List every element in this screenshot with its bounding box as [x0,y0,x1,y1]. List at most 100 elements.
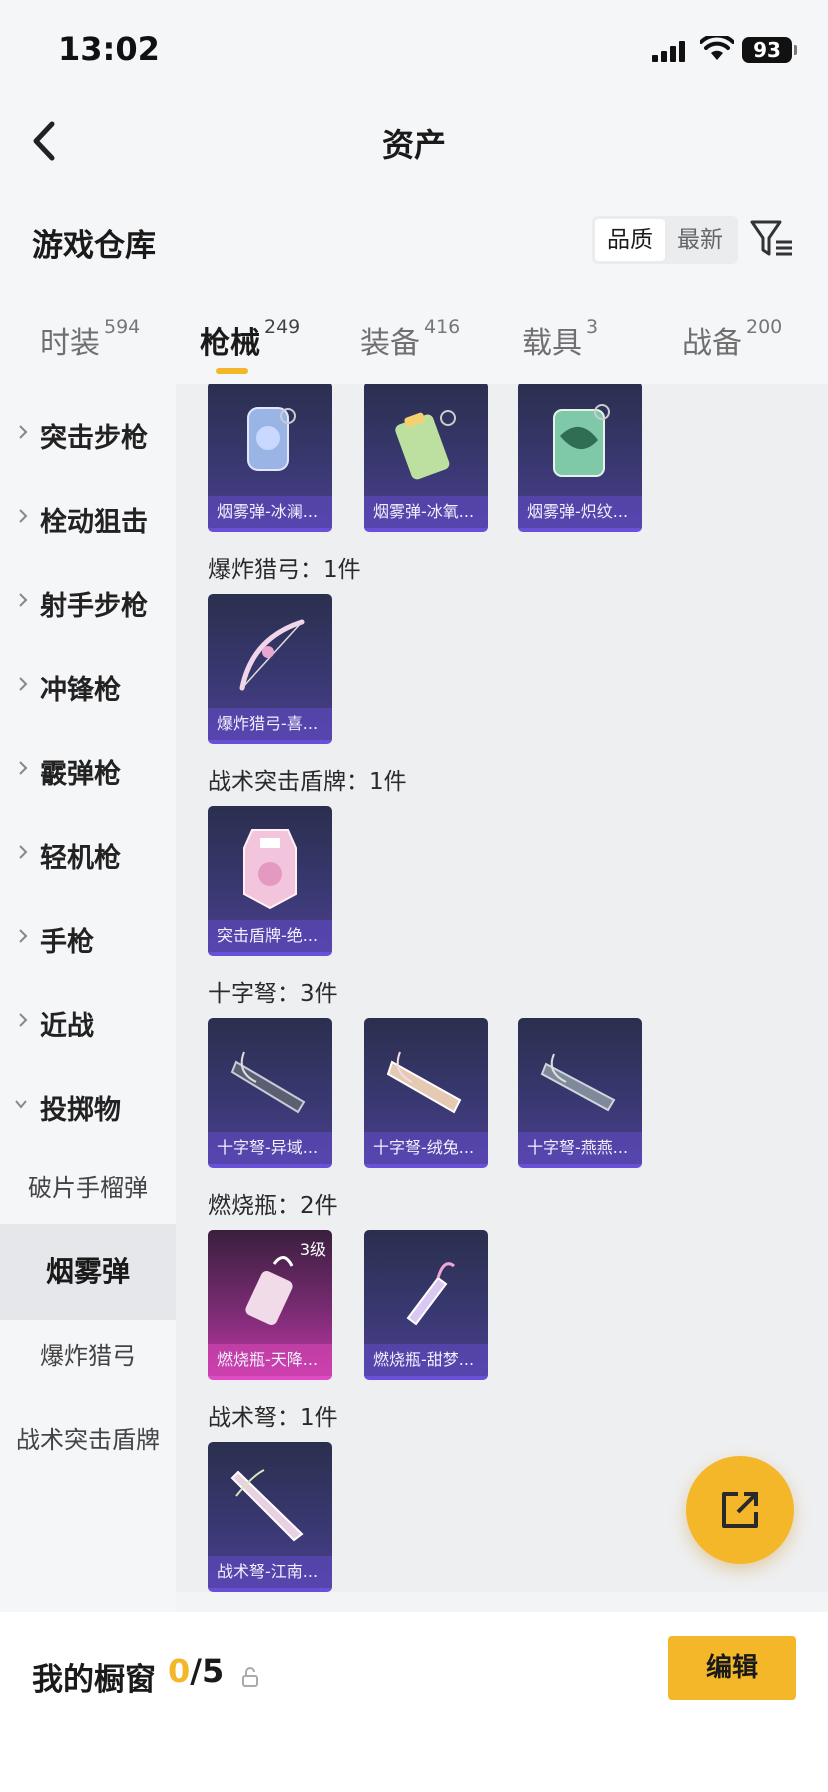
item-card[interactable]: 十字弩-燕燕... [518,1018,642,1168]
molotov-icon [245,1256,294,1325]
sidebar-subitem-explosive-bow[interactable]: 爆炸猎弓 [0,1308,176,1404]
crossbow-icon [540,1053,616,1112]
sidebar-item-bolt-sniper[interactable]: 栓动狙击 [0,468,176,564]
item-grid: 烟雾弹-冰澜... 烟雾弹-冰氧... 烟雾弹-炽纹... 爆炸猎弓：1件 爆炸… [176,384,828,1592]
chevron-right-icon [19,845,28,859]
smoke-grenade-icon [553,404,610,477]
tab-tactical-gear[interactable]: 战备 200 [682,316,783,362]
chevron-right-icon [19,677,28,691]
sidebar-subitem-tactical-shield[interactable]: 战术突击盾牌 [0,1392,176,1488]
section-title: 战术弩：1件 [208,1405,338,1431]
tab-equipment[interactable]: 装备 416 [360,316,461,362]
item-card-caption: 燃烧瓶-天降... [208,1344,332,1376]
item-card-caption: 烟雾弹-炽纹... [518,496,642,528]
sidebar-item-label: 投掷物 [40,1095,121,1126]
section-title: 燃烧瓶：2件 [208,1193,338,1219]
showcase-title: 我的橱窗 [32,1662,156,1698]
showcase-count-max: /5 [190,1652,225,1690]
sort-quality-button[interactable]: 品质 [595,219,665,261]
sidebar-item-label: 手枪 [40,927,94,958]
crossbow-icon [230,1051,306,1114]
sidebar-item-pistol[interactable]: 手枪 [0,888,176,984]
battery-icon: 93 [742,37,797,63]
sort-toggle: 品质 最新 [592,216,738,264]
sidebar-item-smg[interactable]: 冲锋枪 [0,636,176,732]
chevron-right-icon [19,761,28,775]
sidebar-subitem-frag-grenade[interactable]: 破片手榴弹 [0,1140,176,1236]
tab-count: 416 [424,316,461,338]
shield-icon [243,829,297,910]
lock-icon [242,1667,258,1687]
category-tabs: 时装 594 枪械 249 装备 416 载具 3 战备 200 [0,288,828,384]
item-card[interactable]: 战术弩-江南... [208,1442,332,1592]
sidebar-item-label: 射手步枪 [40,591,148,622]
tab-count: 249 [264,316,301,338]
sidebar-item-melee[interactable]: 近战 [0,972,176,1068]
smoke-grenade-icon [395,410,456,480]
sidebar-subitem-smoke-grenade[interactable]: 烟雾弹 [0,1224,176,1320]
warehouse-header: 游戏仓库 品质 最新 [0,188,828,288]
chevron-right-icon [19,593,28,607]
sort-newest-button[interactable]: 最新 [665,219,735,261]
tab-firearms[interactable]: 枪械 249 [200,316,301,362]
share-button[interactable] [686,1456,794,1564]
sidebar: 突击步枪 栓动狙击 射手步枪 冲锋枪 霰弹枪 轻机枪 手枪 近战 投掷物 破片手… [0,384,176,1616]
item-card[interactable]: 爆炸猎弓-喜... [208,594,332,744]
tab-label: 载具 [522,326,582,361]
sidebar-item-lmg[interactable]: 轻机枪 [0,804,176,900]
section-title: 爆炸猎弓：1件 [208,557,361,583]
sidebar-item-shotgun[interactable]: 霰弹枪 [0,720,176,816]
edit-button[interactable]: 编辑 [668,1636,796,1700]
sidebar-item-label: 栓动狙击 [40,507,148,538]
warehouse-title: 游戏仓库 [32,228,156,264]
chevron-right-icon [19,509,28,523]
wifi-icon [700,36,734,60]
item-card[interactable]: 3级 燃烧瓶-天降... [208,1230,332,1380]
tab-vehicles[interactable]: 载具 3 [522,316,599,362]
chevron-right-icon [19,1013,28,1027]
sidebar-item-marksman-rifle[interactable]: 射手步枪 [0,552,176,648]
tab-fashion[interactable]: 时装 594 [40,316,141,362]
page-title: 资产 [381,126,446,164]
item-card-caption: 突击盾牌-绝... [208,920,332,952]
chevron-down-icon [15,1100,27,1109]
tab-count: 200 [746,316,783,338]
smoke-grenade-icon [247,407,296,471]
sidebar-item-label: 轻机枪 [40,843,121,874]
molotov-icon [406,1262,455,1326]
tab-label: 装备 [360,326,420,361]
item-card-caption: 十字弩-异域... [208,1132,332,1164]
item-card[interactable]: 烟雾弹-冰氧... [364,384,488,532]
item-card-caption: 爆炸猎弓-喜... [208,708,332,740]
tab-count: 594 [104,316,141,338]
share-icon [722,1492,758,1528]
nav-bar: 资产 [0,92,828,188]
item-card-caption: 战术弩-江南... [208,1556,332,1588]
tab-label: 战备 [682,326,742,361]
status-time: 13:02 [58,30,160,68]
item-card[interactable]: 烟雾弹-炽纹... [518,384,642,532]
status-bar: 13:02 93 [0,0,828,92]
item-card-caption: 十字弩-绒兔... [364,1132,488,1164]
item-card[interactable]: 燃烧瓶-甜梦... [364,1230,488,1380]
chevron-right-icon [19,929,28,943]
item-card[interactable]: 十字弩-异域... [208,1018,332,1168]
item-card[interactable]: 十字弩-绒兔... [364,1018,488,1168]
showcase-bar: 我的橱窗 0/5 编辑 [0,1612,828,1792]
showcase-count-current: 0 [168,1652,191,1690]
filter-icon[interactable] [748,214,796,262]
item-card[interactable]: 突击盾牌-绝... [208,806,332,956]
item-card-caption: 烟雾弹-冰澜... [208,496,332,528]
section-title: 十字弩：3件 [208,981,338,1007]
sidebar-item-assault-rifle[interactable]: 突击步枪 [0,384,176,480]
sidebar-item-label: 冲锋枪 [40,675,121,706]
item-card-caption: 烟雾弹-冰氧... [364,496,488,528]
item-card-caption: 十字弩-燕燕... [518,1132,642,1164]
active-tab-indicator [216,368,248,374]
showcase-count: 0/5 [168,1652,224,1690]
tab-count: 3 [586,316,599,338]
chevron-right-icon [19,425,28,439]
item-card[interactable]: 烟雾弹-冰澜... [208,384,332,532]
sidebar-item-throwables[interactable]: 投掷物 [0,1056,176,1152]
sidebar-item-label: 突击步枪 [40,423,148,454]
